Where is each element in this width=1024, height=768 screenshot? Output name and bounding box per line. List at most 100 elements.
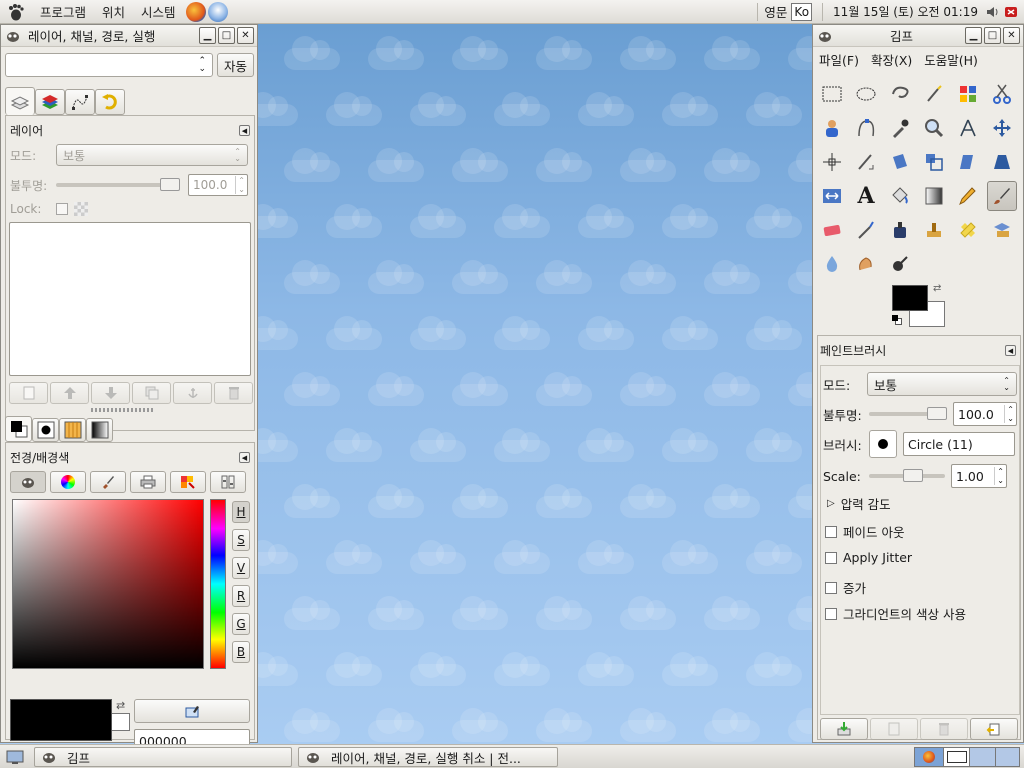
foreground-select-tool[interactable] — [817, 113, 847, 143]
paint-opacity-slider[interactable] — [869, 407, 947, 421]
channel-r-button[interactable]: R — [232, 585, 250, 607]
apply-jitter-checkbox[interactable] — [825, 551, 837, 564]
gnome-foot-icon[interactable] — [6, 2, 26, 22]
duplicate-layer-button[interactable] — [132, 382, 171, 404]
menu-xtns[interactable]: 확장(X) — [871, 50, 912, 69]
move-tool[interactable] — [987, 113, 1017, 143]
reset-options-button[interactable] — [970, 718, 1018, 740]
layers-list[interactable] — [9, 222, 251, 376]
brush-name-field[interactable]: Circle (11) — [903, 432, 1015, 456]
show-desktop-button[interactable] — [4, 748, 26, 766]
scale-slider[interactable] — [869, 469, 945, 483]
fade-out-checkbox[interactable] — [825, 525, 837, 538]
paths-tool[interactable] — [851, 113, 881, 143]
network-error-icon[interactable] — [1004, 5, 1018, 19]
menu-file[interactable]: 파일(F) — [819, 50, 859, 69]
maximize-button[interactable]: □ — [218, 27, 235, 44]
bucket-fill-tool[interactable] — [885, 181, 915, 211]
flip-tool[interactable] — [817, 181, 847, 211]
channel-h-button[interactable]: H — [232, 501, 250, 523]
paint-opacity-spin[interactable]: 100.0 ⌃ ⌄ — [953, 402, 1017, 426]
anchor-layer-button[interactable] — [173, 382, 212, 404]
rect-select-tool[interactable] — [817, 79, 847, 109]
toolbox-titlebar[interactable]: 김프 ▁ □ ✕ — [813, 25, 1023, 47]
scissors-select-tool[interactable] — [987, 79, 1017, 109]
lower-layer-button[interactable] — [91, 382, 130, 404]
tab-brushes[interactable] — [32, 418, 59, 442]
image-selector-combo[interactable]: ⌃ ⌄ — [5, 53, 213, 77]
delete-options-button[interactable] — [920, 718, 968, 740]
minimize-button[interactable]: ▁ — [199, 27, 216, 44]
smudge-tool[interactable] — [851, 249, 881, 279]
color-picker-button[interactable] — [134, 699, 250, 723]
measure-tool[interactable] — [953, 113, 983, 143]
pressure-expander[interactable]: ▷ 압력 감도 — [827, 494, 891, 513]
incremental-checkbox[interactable] — [825, 581, 837, 594]
swap-colors-icon[interactable]: ⇄ — [116, 699, 125, 712]
layer-opacity-slider[interactable] — [56, 178, 180, 192]
layer-opacity-spin[interactable]: 100.0 ⌃ ⌄ — [188, 174, 248, 196]
delete-layer-button[interactable] — [214, 382, 253, 404]
crop-tool[interactable] — [851, 147, 881, 177]
volume-icon[interactable] — [986, 5, 1000, 19]
align-tool[interactable] — [817, 147, 847, 177]
dock-resize-grip[interactable] — [91, 408, 153, 412]
layers-titlebar[interactable]: 레이어, 채널, 경로, 실행 ▁ □ ✕ — [1, 25, 257, 47]
blur-sharpen-tool[interactable] — [817, 249, 847, 279]
option-incremental[interactable]: 증가 — [825, 578, 866, 597]
paint-mode-combo[interactable]: 보통 ⌃ ⌄ — [867, 372, 1017, 396]
channel-s-button[interactable]: S — [232, 529, 250, 551]
watercolor-button[interactable] — [90, 471, 126, 493]
free-select-tool[interactable] — [885, 79, 915, 109]
eraser-tool[interactable] — [817, 215, 847, 245]
channel-g-button[interactable]: G — [232, 613, 250, 635]
select-by-color-tool[interactable] — [953, 79, 983, 109]
ink-tool[interactable] — [885, 215, 915, 245]
fuzzy-select-tool[interactable] — [919, 79, 949, 109]
maximize-button[interactable]: □ — [984, 27, 1001, 44]
scale-tool[interactable] — [919, 147, 949, 177]
layer-mode-combo[interactable]: 보통 ⌃ ⌄ — [56, 144, 248, 166]
text-tool[interactable]: A — [851, 181, 881, 211]
clone-tool[interactable] — [919, 215, 949, 245]
scales-button[interactable] — [210, 471, 246, 493]
raise-layer-button[interactable] — [50, 382, 89, 404]
workspace-2[interactable] — [943, 748, 969, 766]
tab-menu-arrow-icon[interactable]: ◀ — [1005, 345, 1016, 356]
new-layer-button[interactable] — [9, 382, 48, 404]
rotate-tool[interactable] — [885, 147, 915, 177]
menu-help[interactable]: 도움말(H) — [924, 50, 978, 69]
perspective-tool[interactable] — [987, 147, 1017, 177]
toolbox-fg-color[interactable] — [892, 285, 928, 311]
toolbox-default-colors-icon[interactable] — [892, 315, 902, 325]
gimp-selector-button[interactable] — [10, 471, 46, 493]
close-button[interactable]: ✕ — [1003, 27, 1020, 44]
lock-alpha-checkbox[interactable] — [56, 203, 68, 215]
paintbrush-tool[interactable] — [987, 181, 1017, 211]
option-apply-jitter[interactable]: Apply Jitter — [825, 550, 912, 565]
restore-options-button[interactable] — [870, 718, 918, 740]
scale-spin[interactable]: 1.00 ⌃ ⌄ — [951, 464, 1007, 488]
auto-button[interactable]: 자동 — [217, 53, 254, 77]
close-button[interactable]: ✕ — [237, 27, 254, 44]
mail-launcher-icon[interactable] — [207, 1, 228, 22]
gradient-colors-checkbox[interactable] — [825, 607, 837, 620]
workspace-switcher[interactable] — [914, 747, 1020, 767]
save-options-button[interactable] — [820, 718, 868, 740]
tab-menu-arrow-icon[interactable]: ◀ — [239, 452, 250, 463]
palette-button[interactable] — [170, 471, 206, 493]
pencil-tool[interactable] — [953, 181, 983, 211]
option-gradient-colors[interactable]: 그라디언트의 색상 사용 — [825, 604, 966, 623]
menu-system[interactable]: 시스템 — [133, 2, 184, 21]
tab-channels[interactable] — [35, 89, 65, 115]
ellipse-select-tool[interactable] — [851, 79, 881, 109]
shear-tool[interactable] — [953, 147, 983, 177]
workspace-1[interactable] — [915, 748, 943, 766]
perspective-clone-tool[interactable] — [987, 215, 1017, 245]
brush-preview-button[interactable] — [869, 430, 897, 458]
menu-programs[interactable]: 프로그램 — [32, 2, 94, 21]
color-picker-tool[interactable] — [885, 113, 915, 143]
task-gimp-toolbox[interactable]: 김프 — [34, 747, 292, 767]
option-fade-out[interactable]: 페이드 아웃 — [825, 522, 904, 541]
clock[interactable]: 11월 15일 (토) 오전 01:19 — [827, 3, 984, 20]
